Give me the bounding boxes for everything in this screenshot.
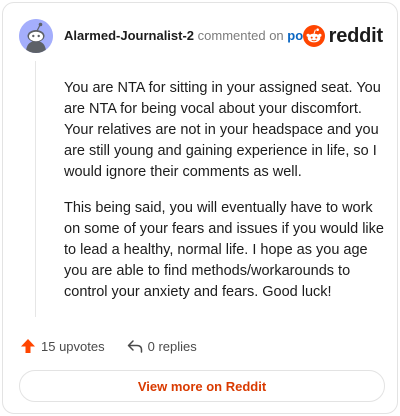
commented-on-text: commented on [197, 28, 284, 43]
reply-arrow-icon [127, 340, 142, 353]
reddit-logo-icon [302, 25, 325, 47]
comment-actions: 15 upvotes 0 replies [20, 337, 219, 355]
reply-count: 0 replies [147, 338, 197, 354]
comment-paragraph: You are NTA for sitting in your assigned… [64, 80, 381, 180]
upvote-count: 15 upvotes [41, 338, 105, 354]
view-more-button[interactable]: View more on Reddit [19, 370, 385, 402]
avatar[interactable] [19, 19, 53, 53]
comment-meta: Alarmed-Journalist-2 commented on post [64, 28, 315, 43]
thread-line [35, 61, 36, 317]
reddit-brand[interactable]: reddit [302, 19, 384, 53]
author-name[interactable]: Alarmed-Journalist-2 [64, 28, 194, 43]
embedded-comment-card: Alarmed-Journalist-2 commented on post r… [2, 2, 398, 414]
comment-body: You are NTA for sitting in your assigned… [64, 78, 384, 318]
snoo-avatar-icon [19, 19, 53, 53]
comment-header: Alarmed-Journalist-2 commented on post r… [19, 19, 383, 53]
reddit-wordmark: reddit [328, 24, 384, 47]
upvote-button[interactable]: 15 upvotes [20, 338, 105, 354]
comment-paragraph: This being said, you will eventually hav… [64, 200, 384, 300]
reply-button[interactable]: 0 replies [127, 339, 197, 354]
upvote-arrow-icon [21, 339, 35, 353]
